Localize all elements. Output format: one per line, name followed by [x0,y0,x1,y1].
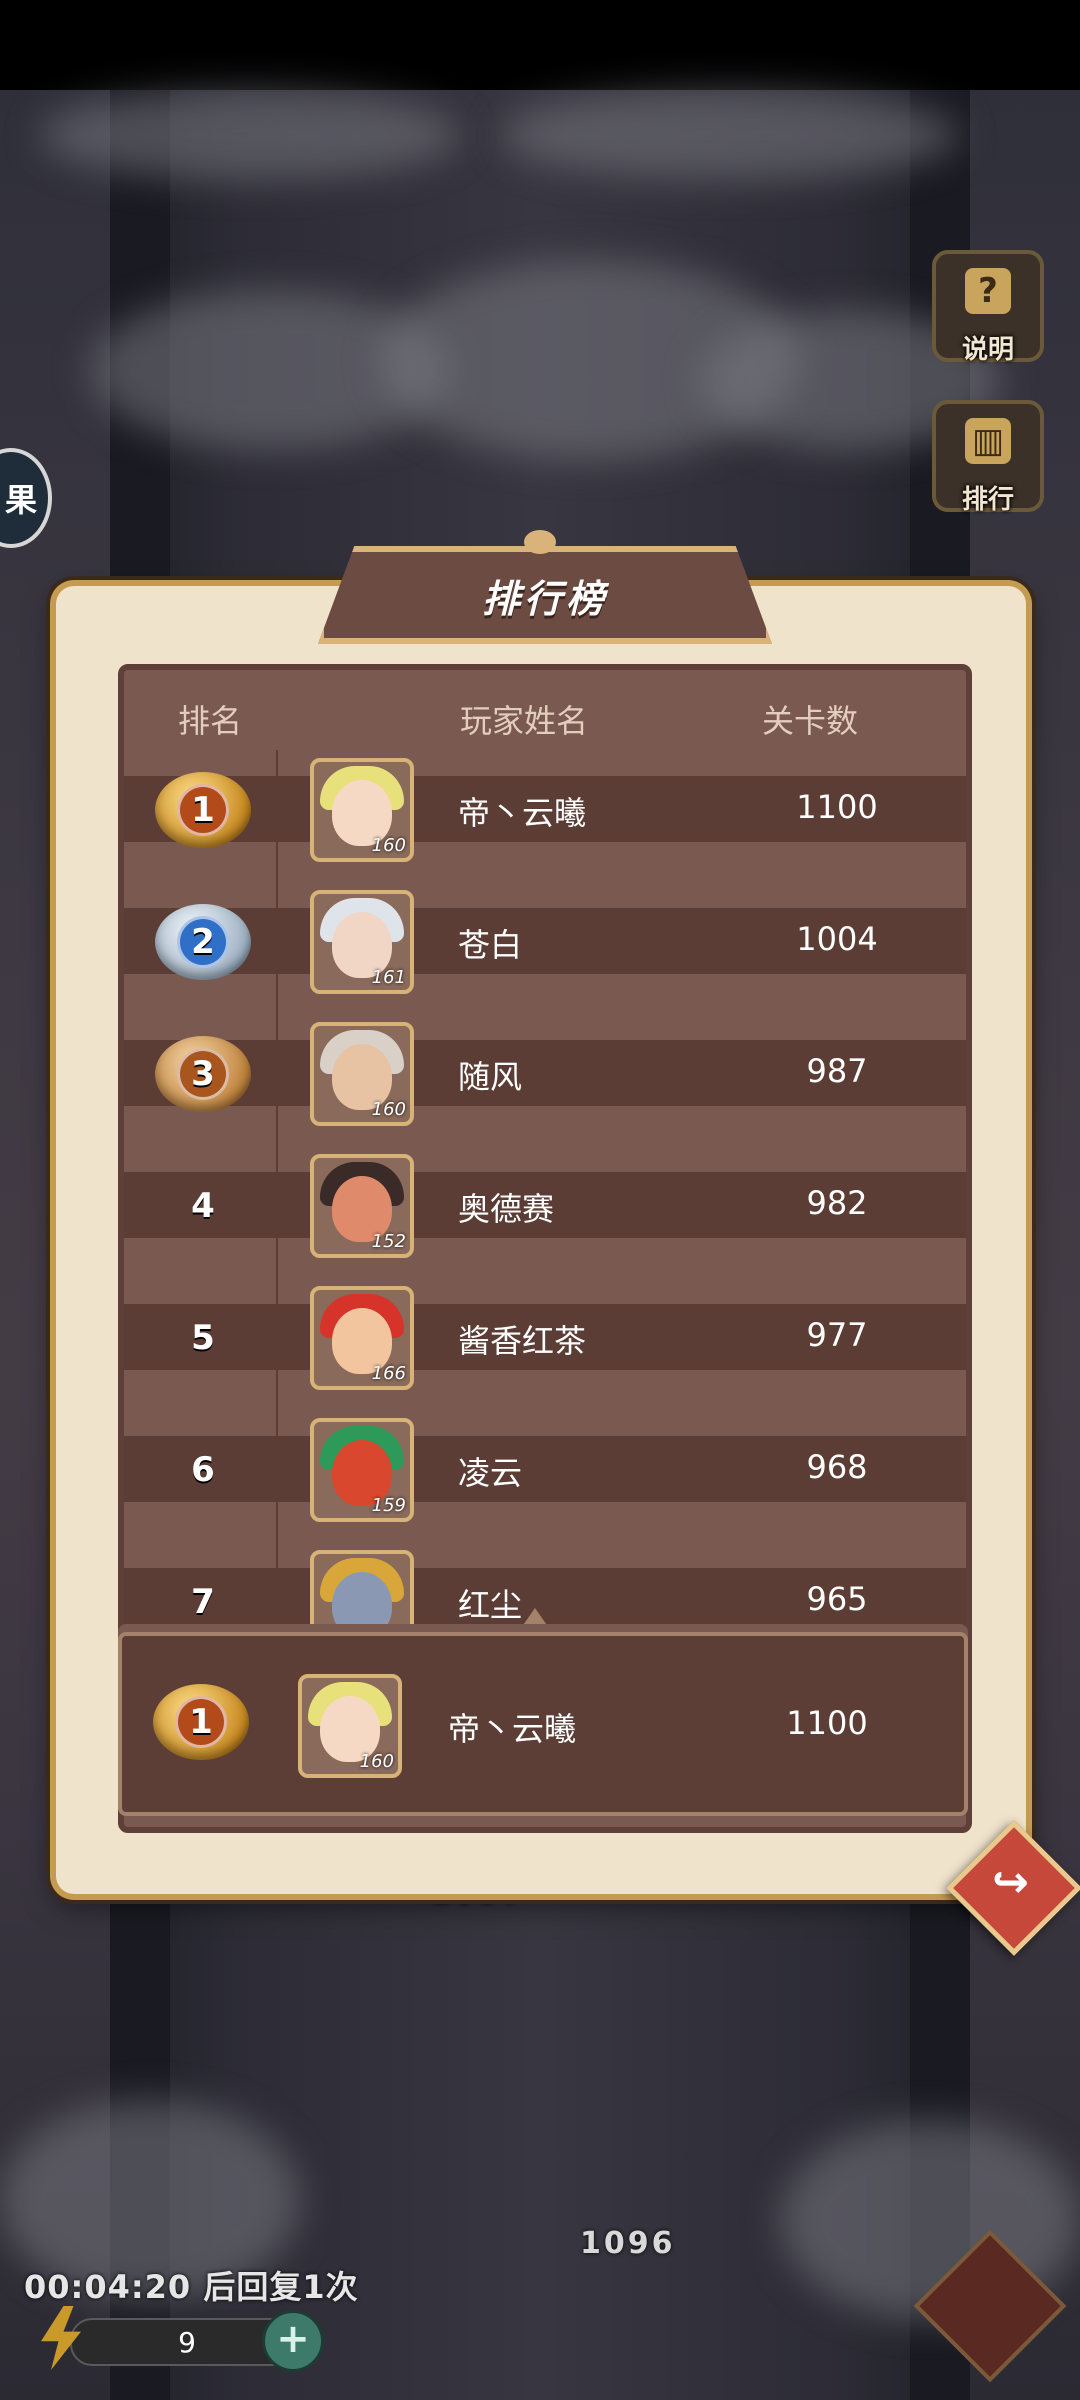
avatar-level: 160 [371,1099,406,1120]
ranking-label: 排行 [961,485,1014,515]
player-name: 帝丶云曦 [448,1710,577,1748]
table-row: 5 166 酱香红茶 977 [124,1286,966,1418]
my-rank-row: 1 160 帝丶云曦 1100 [118,1632,968,1816]
player-name: 帝丶云曦 [458,794,587,832]
avatar-level: 166 [371,1363,406,1384]
rank-cell: 4 [140,1164,266,1248]
stage-count: 982 [806,1184,868,1222]
player-name: 苍白 [458,926,523,964]
table-row: 2 161 苍白 1004 [124,890,966,1022]
player-name: 随风 [458,1058,523,1096]
question-icon: ? [965,268,1011,314]
player-name: 红尘 [458,1586,523,1624]
rank-number: 4 [191,1186,215,1226]
rank-number: 5 [191,1318,215,1358]
cloud [40,90,460,180]
energy-count: 9 [178,2325,196,2359]
stage-count: 1100 [796,788,878,826]
stage-count: 968 [806,1448,868,1486]
rank-number: 3 [191,1054,215,1094]
player-name: 奥德赛 [458,1190,555,1228]
ranking-button[interactable]: ▥ 排行 [932,400,1044,515]
table-row: 4 152 奥德赛 982 [124,1154,966,1286]
rank-cell: 5 [140,1296,266,1380]
my-rank-content: 1 160 帝丶云曦 1100 [122,1636,964,1812]
rank-number: 6 [191,1450,215,1490]
player-avatar[interactable]: 166 [310,1286,414,1390]
player-avatar[interactable]: 160 [310,1022,414,1126]
header-player-name: 玩家姓名 [460,702,589,740]
avatar-face [332,1572,392,1638]
panel-title-banner: 排行榜 [318,546,772,644]
player-name: 凌云 [458,1454,523,1492]
stage-count: 987 [806,1052,868,1090]
table-row: 3 160 随风 987 [124,1022,966,1154]
status-bar [0,0,1080,90]
player-avatar[interactable]: 159 [310,1418,414,1522]
avatar-level: 161 [371,967,406,988]
rank-cell: 3 [140,1032,266,1116]
floor-label-lower: 1096 [580,2226,676,2261]
rank-cell: 1 [138,1680,264,1764]
rank-cell: 6 [140,1428,266,1512]
table-header: 排名 玩家姓名 关卡数 [124,670,966,758]
stage-count: 977 [806,1316,868,1354]
rank-medal-icon: 1 [155,772,251,848]
avatar-level: 152 [371,1231,406,1252]
rank-medal-icon: 2 [155,904,251,980]
rank-number: 2 [191,922,215,962]
player-name: 酱香红茶 [458,1322,587,1360]
rank-medal-icon: 1 [153,1684,249,1760]
rank-number: 1 [191,790,215,830]
podium-icon: ▥ [965,418,1011,464]
help-button[interactable]: ? 说明 [932,250,1044,365]
title-ornament [524,530,556,554]
add-energy-button[interactable]: + [262,2310,324,2372]
cloud [500,90,960,180]
avatar-level: 160 [371,835,406,856]
left-badge-text: 果 [4,481,37,519]
energy-timer: 00:04:20 后回复1次 [24,2268,359,2306]
avatar-level: 159 [371,1495,406,1516]
header-rank: 排名 [178,702,243,740]
rank-number: 1 [189,1702,213,1742]
rank-cell: 2 [140,900,266,984]
player-avatar[interactable]: 161 [310,890,414,994]
panel-title: 排行榜 [481,576,608,621]
player-avatar[interactable]: 160 [310,758,414,862]
stage-count: 965 [806,1580,868,1618]
stage-count: 1004 [796,920,878,958]
player-avatar[interactable]: 160 [298,1674,402,1778]
arrow-return-icon: ↪ [991,1856,1029,1908]
table-row: 1 160 帝丶云曦 1100 [124,758,966,890]
rank-cell: 1 [140,768,266,852]
help-label: 说明 [961,335,1014,365]
rank-medal-icon: 3 [155,1036,251,1112]
avatar-level: 160 [359,1751,394,1772]
stage-count: 1100 [786,1704,868,1742]
table-row: 6 159 凌云 968 [124,1418,966,1550]
rank-number: 7 [191,1582,215,1622]
header-stage-count: 关卡数 [762,702,859,740]
player-avatar[interactable]: 152 [310,1154,414,1258]
